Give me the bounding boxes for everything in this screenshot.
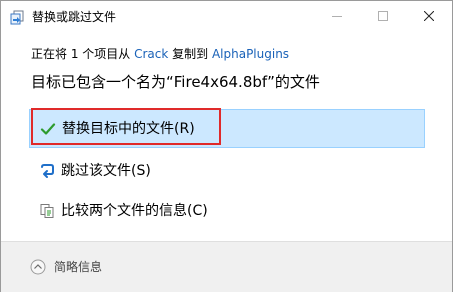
fewer-details-label: 简略信息 bbox=[54, 260, 103, 274]
replace-or-skip-dialog: 替换或跳过文件 正在将 1 个项目从 Crack 复制到 AlphaPlugin… bbox=[0, 0, 453, 292]
compare-files-option[interactable]: 比较两个文件的信息(C) bbox=[29, 192, 425, 231]
window-title: 替换或跳过文件 bbox=[32, 10, 117, 24]
source-folder-link[interactable]: Crack bbox=[134, 47, 168, 61]
minimize-icon bbox=[332, 16, 342, 17]
compare-documents-icon bbox=[39, 203, 55, 219]
file-copy-icon bbox=[9, 9, 25, 25]
maximize-button[interactable] bbox=[360, 1, 406, 32]
skip-file-option[interactable]: 跳过该文件(S) bbox=[29, 152, 425, 191]
skip-arrow-icon bbox=[39, 163, 55, 179]
annotation-highlight-box bbox=[31, 108, 221, 145]
copy-status-line: 正在将 1 个项目从 Crack 复制到 AlphaPlugins bbox=[31, 46, 289, 62]
close-button[interactable] bbox=[406, 1, 452, 32]
minimize-button[interactable] bbox=[314, 1, 360, 32]
copy-middle-text: 复制到 bbox=[168, 47, 212, 61]
close-icon bbox=[424, 11, 434, 21]
copy-prefix-text: 正在将 1 个项目从 bbox=[31, 47, 135, 61]
maximize-icon bbox=[378, 11, 388, 21]
dialog-footer: 简略信息 bbox=[1, 241, 452, 292]
destination-folder-link[interactable]: AlphaPlugins bbox=[212, 47, 289, 61]
skip-file-label: 跳过该文件(S) bbox=[61, 163, 151, 179]
title-bar[interactable]: 替换或跳过文件 bbox=[1, 1, 452, 32]
chevron-up-circle-icon bbox=[30, 259, 46, 275]
compare-files-label: 比较两个文件的信息(C) bbox=[61, 203, 208, 219]
conflict-heading: 目标已包含一个名为“Fire4x64.8bf”的文件 bbox=[31, 73, 320, 91]
